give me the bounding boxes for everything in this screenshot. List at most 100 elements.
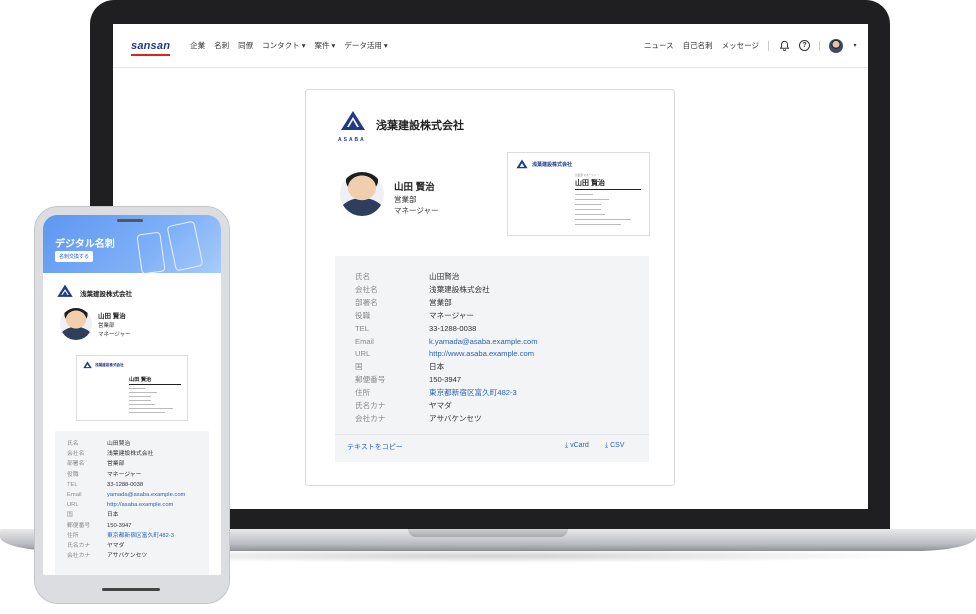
nav-links: 企業 名刺 同僚 コンタクト ▾ 案件 ▾ データ活用 ▾ xyxy=(190,40,388,51)
phone-thumbnail-text-line xyxy=(129,396,151,397)
info-value: 営業部 xyxy=(429,297,452,307)
nav-item-cards[interactable]: 名刺 xyxy=(214,40,229,51)
nav-item-company[interactable]: 企業 xyxy=(190,40,205,51)
thumbnail-text-line xyxy=(575,224,621,225)
info-key: 氏名 xyxy=(355,272,371,281)
info-key: 国 xyxy=(355,362,363,372)
phone-thumbnail-text-line xyxy=(129,392,157,393)
info-value: 営業部 xyxy=(107,461,125,468)
thumbnail-logo-icon xyxy=(516,159,528,169)
phone-thumbnail-text-line xyxy=(129,388,145,389)
vcard-label: vCard xyxy=(570,442,589,449)
phone-screen: デジタル名刺 名刺交換する 浅葉建設株式会社 山田 賢治 営業部 マネージャー … xyxy=(43,215,221,575)
info-key: 部署名 xyxy=(67,461,85,468)
info-key: 部署名 xyxy=(355,297,378,307)
thumbnail-text-line xyxy=(575,204,601,205)
nav-item-my-card[interactable]: 自己名刺 xyxy=(683,40,713,51)
info-key: 会社名 xyxy=(355,284,378,294)
digital-card-banner: デジタル名刺 名刺交換する xyxy=(43,215,221,275)
person-photo xyxy=(340,172,384,216)
phone-card-thumbnail[interactable]: 浅葉建設株式会社 山田 賢治 xyxy=(76,355,188,421)
help-icon[interactable]: ? xyxy=(799,40,810,51)
nav-divider xyxy=(819,40,820,51)
nav-item-colleagues[interactable]: 同僚 xyxy=(238,40,253,51)
info-key: 氏名カナ xyxy=(355,401,386,411)
chevron-down-icon[interactable]: ▾ xyxy=(852,40,858,52)
sansan-logo[interactable]: sansan xyxy=(131,40,171,56)
info-key: 氏名カナ xyxy=(67,543,91,550)
info-row: 役職 マネージャー xyxy=(67,470,185,480)
phone-thumbnail-text-line xyxy=(129,400,151,401)
phone-thumbnail-name: 山田 賢治 xyxy=(129,377,152,383)
info-row: 住所 東京都新宿区富久町482-3 xyxy=(355,387,538,400)
person-title: マネージャー xyxy=(394,206,439,215)
info-key: 役職 xyxy=(67,471,79,478)
info-key: URL xyxy=(67,502,79,509)
info-key: 役職 xyxy=(355,310,371,320)
info-row: 氏名 山田賢治 xyxy=(355,271,538,284)
business-card-thumbnail[interactable]: 浅葉建設株式会社 営業部 マネージャー 山田 賢治 xyxy=(507,152,650,236)
company-name: 浅葉建設株式会社 xyxy=(376,120,464,132)
info-key: URL xyxy=(355,349,371,359)
user-avatar[interactable] xyxy=(829,38,843,53)
info-row: 氏名 山田賢治 xyxy=(67,439,185,449)
info-row: 会社カナ アサバケンセツ xyxy=(67,551,185,561)
info-row: 会社カナ アサバケンセツ xyxy=(355,413,538,426)
download-icon: ⤓ xyxy=(565,442,569,449)
info-row: Email yamada@asaba.example.com xyxy=(67,490,185,500)
thumbnail-company: 浅葉建設株式会社 xyxy=(532,162,573,168)
info-value: マネージャー xyxy=(107,471,142,478)
phone-person-department: 営業部 xyxy=(98,323,115,329)
info-key: 会社カナ xyxy=(67,553,91,560)
thumbnail-text-line xyxy=(575,199,609,200)
info-row: URL http://asaba.example.com xyxy=(67,500,185,510)
info-key: Email xyxy=(67,492,82,499)
copy-text-link[interactable]: テキストをコピー xyxy=(347,442,403,452)
info-row: 国 日本 xyxy=(67,510,185,520)
info-value-link[interactable]: 東京都新宿区富久町482-3 xyxy=(429,387,517,400)
info-value: アサバケンセツ xyxy=(107,553,148,560)
info-value: 日本 xyxy=(429,362,445,372)
vcard-download-button[interactable]: ⤓ vCard xyxy=(565,442,589,450)
info-value: ヤマダ xyxy=(107,543,125,550)
info-value: 33-1288-0038 xyxy=(429,323,477,333)
phone-thumbnail-divider xyxy=(129,384,181,385)
nav-item-message[interactable]: メッセージ xyxy=(722,40,759,51)
info-value-link[interactable]: k.yamada@asaba.example.com xyxy=(429,336,538,349)
info-row: 氏名カナ ヤマダ xyxy=(355,400,538,413)
nav-item-news[interactable]: ニュース xyxy=(644,40,674,51)
info-key: TEL xyxy=(355,323,369,333)
exchange-card-button[interactable]: 名刺交換する xyxy=(55,251,94,262)
info-key: Email xyxy=(355,336,374,346)
phone-person-photo xyxy=(60,308,92,340)
info-row: 郵便番号 150-3947 xyxy=(355,374,538,387)
csv-label: CSV xyxy=(610,442,625,449)
phone-person-name: 山田 賢治 xyxy=(98,313,126,320)
info-row: 部署名 営業部 xyxy=(355,297,538,310)
nav-item-deals[interactable]: 案件 ▾ xyxy=(314,40,335,51)
info-value: 山田賢治 xyxy=(107,441,131,447)
info-value: 浅葉建設株式会社 xyxy=(429,284,490,294)
download-icon: ⤓ xyxy=(605,442,609,449)
bell-icon[interactable] xyxy=(778,40,790,52)
phone-home-indicator xyxy=(102,588,160,591)
card-info-table: 氏名 山田賢治 会社名 浅葉建設株式会社部署名 営業部役職 マネージャー TEL 33-128… xyxy=(335,256,649,462)
info-key: 会社名 xyxy=(67,451,85,458)
thumbnail-divider xyxy=(575,189,641,190)
info-value: 33-1288-0038 xyxy=(107,481,144,488)
info-key: 郵便番号 xyxy=(355,375,386,385)
nav-item-data[interactable]: データ活用 ▾ xyxy=(344,40,387,51)
nav-item-contacts[interactable]: コンタクト ▾ xyxy=(262,40,305,51)
info-row: 役職 マネージャー xyxy=(355,310,538,323)
info-divider xyxy=(335,434,649,435)
info-value-link[interactable]: http://www.asaba.example.com xyxy=(429,348,534,361)
info-value: 150-3947 xyxy=(107,522,132,529)
info-value-link[interactable]: http://asaba.example.com xyxy=(107,500,173,510)
info-value-link[interactable]: 東京都新宿区富久町482-3 xyxy=(107,531,174,541)
info-value: 150-3947 xyxy=(429,375,462,385)
info-value: マネージャー xyxy=(429,310,475,320)
info-key: 国 xyxy=(67,512,73,519)
csv-download-button[interactable]: ⤓ CSV xyxy=(605,442,624,450)
info-value-link[interactable]: yamada@asaba.example.com xyxy=(107,490,185,500)
info-row: 住所 東京都新宿区富久町482-3 xyxy=(67,531,185,541)
